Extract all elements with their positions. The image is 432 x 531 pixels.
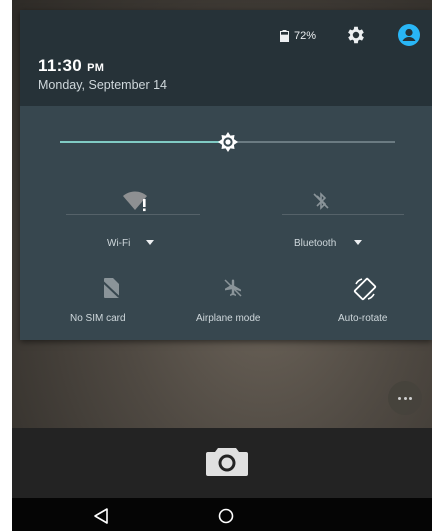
clock-ampm: PM [87, 62, 105, 74]
battery-percentage: 72% [294, 30, 317, 42]
date-label[interactable]: Monday, September 14 [38, 78, 167, 92]
bluetooth-dropdown-icon[interactable] [354, 240, 362, 245]
bluetooth-label[interactable]: Bluetooth [294, 238, 336, 249]
wifi-label[interactable]: Wi-Fi [107, 238, 130, 249]
airplane-off-icon[interactable] [223, 278, 243, 298]
notification-shade: 72% 11:30 PM Monday, September 14 Wi-Fi … [20, 10, 432, 340]
brightness-icon[interactable] [216, 130, 240, 154]
overflow-dot [409, 397, 412, 400]
clock[interactable]: 11:30 PM [38, 56, 104, 76]
wifi-dropdown-icon[interactable] [146, 240, 154, 245]
settings-icon[interactable] [345, 24, 367, 46]
shade-header: 72% 11:30 PM Monday, September 14 [20, 10, 432, 106]
battery-icon [280, 30, 289, 42]
clock-time: 11:30 [38, 56, 83, 75]
brightness-track-filled [60, 141, 228, 143]
no-sim-label[interactable]: No SIM card [70, 313, 126, 324]
brightness-track-empty [228, 141, 395, 143]
overflow-dot [403, 397, 407, 400]
auto-rotate-label[interactable]: Auto-rotate [338, 313, 387, 324]
auto-rotate-icon[interactable] [352, 276, 378, 302]
home-icon[interactable] [217, 507, 235, 525]
profile-icon[interactable] [397, 23, 421, 47]
bluetooth-divider [282, 214, 404, 215]
overflow-menu-button[interactable] [388, 381, 422, 415]
airplane-mode-label[interactable]: Airplane mode [196, 313, 260, 324]
wifi-divider [66, 214, 200, 215]
back-icon[interactable] [92, 507, 110, 525]
wifi-icon[interactable] [122, 190, 150, 212]
no-sim-icon[interactable] [100, 277, 120, 299]
phone-screen: 72% 11:30 PM Monday, September 14 Wi-Fi … [12, 0, 432, 531]
camera-icon[interactable] [204, 444, 250, 478]
overflow-dot [398, 397, 401, 400]
bluetooth-off-icon[interactable] [311, 191, 331, 211]
